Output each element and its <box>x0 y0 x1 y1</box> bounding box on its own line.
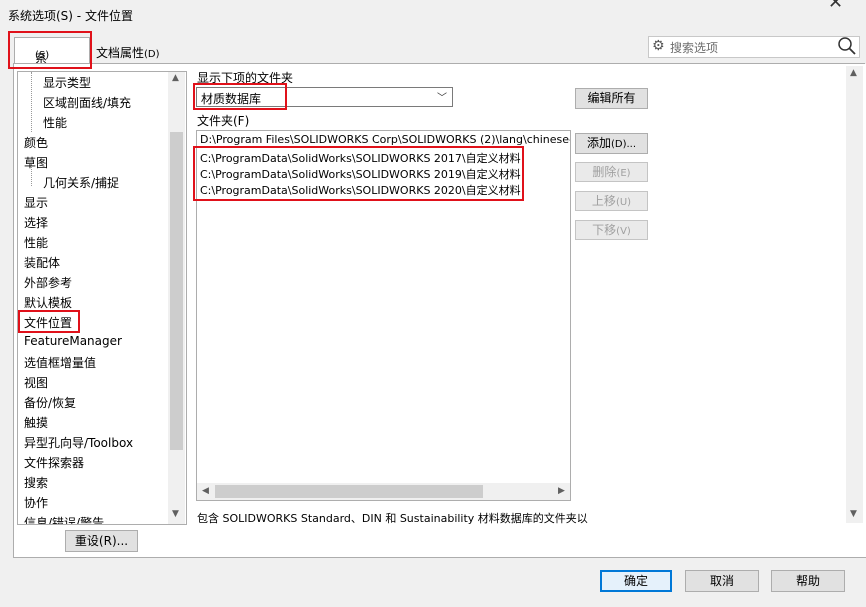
scroll-down-arrow-icon[interactable]: ▼ <box>850 509 857 519</box>
tab-document-label: 文档属性 <box>96 46 145 60</box>
tab-document-properties[interactable]: 文档属性(D) <box>96 44 160 61</box>
tree-item-hole-wizard-toolbox[interactable]: 异型孔向导/Toolbox <box>24 434 133 451</box>
tree-guide-line <box>31 72 33 132</box>
search-input[interactable]: 搜索选项 <box>670 39 718 56</box>
tree-item-display[interactable]: 显示 <box>24 194 48 211</box>
close-icon[interactable]: ✕ <box>828 0 843 13</box>
tree-item-relations-snaps[interactable]: 几何关系/捕捉 <box>43 174 119 191</box>
delete-button-shortcut: (E) <box>616 168 631 179</box>
tab-document-shortcut: (D) <box>144 49 160 60</box>
scroll-left-arrow-icon[interactable]: ◀ <box>202 486 209 496</box>
add-button-label: 添加 <box>586 136 611 150</box>
move-down-button[interactable]: 下移(V) <box>575 220 648 240</box>
search-box[interactable]: ⚙ 搜索选项 <box>648 36 860 58</box>
chevron-down-icon: ﹀ <box>437 93 447 104</box>
content-scrollbar[interactable]: ▲ ▼ <box>846 66 863 523</box>
delete-button-label: 删除 <box>592 165 617 179</box>
highlight-box-system-tab <box>8 31 92 69</box>
tree-item-spin-box-increments[interactable]: 选值框增量值 <box>24 354 96 371</box>
tree-item-backup-recover[interactable]: 备份/恢复 <box>24 394 76 411</box>
tree-item-messages-errors-warnings[interactable]: 信息/错误/警告 <box>24 514 104 524</box>
tree-item-view[interactable]: 视图 <box>24 374 48 391</box>
tree-scrollbar[interactable]: ▲ ▼ <box>168 72 185 524</box>
scroll-up-arrow-icon[interactable]: ▲ <box>850 68 857 78</box>
highlight-box-tree-selection <box>18 310 80 333</box>
add-button[interactable]: 添加(D)... <box>575 133 648 154</box>
delete-button[interactable]: 删除(E) <box>575 162 648 182</box>
tree-item-area-hatch[interactable]: 区域剖面线/填充 <box>43 94 131 111</box>
move-up-button-label: 上移 <box>591 194 616 208</box>
tree-item-assemblies[interactable]: 装配体 <box>24 254 60 271</box>
folders-hscroll-thumb[interactable] <box>215 485 483 498</box>
search-icon[interactable] <box>837 36 857 56</box>
tree-item-selection[interactable]: 选择 <box>24 214 48 231</box>
list-item[interactable]: D:\Program Files\SOLIDWORKS Corp\SOLIDWO… <box>200 133 570 146</box>
folders-label: 文件夹(F) <box>197 114 250 128</box>
tree-item-search[interactable]: 搜索 <box>24 474 48 491</box>
move-up-button[interactable]: 上移(U) <box>575 191 648 211</box>
tree-item-display-type[interactable]: 显示类型 <box>43 74 91 91</box>
reset-button[interactable]: 重设(R)... <box>65 530 138 552</box>
tree-item-performance-sub[interactable]: 性能 <box>43 114 67 131</box>
tree-item-sketch[interactable]: 草图 <box>24 154 48 171</box>
tree-item-performance[interactable]: 性能 <box>24 234 48 251</box>
folders-hscrollbar[interactable]: ◀ ▶ <box>197 483 570 500</box>
tree-scroll-thumb[interactable] <box>170 132 183 450</box>
tree-item-default-templates[interactable]: 默认模板 <box>24 294 72 311</box>
ok-button[interactable]: 确定 <box>600 570 672 592</box>
tree-item-featuremanager[interactable]: FeatureManager <box>24 334 122 348</box>
tree-item-collaboration[interactable]: 协作 <box>24 494 48 511</box>
scroll-up-arrow-icon[interactable]: ▲ <box>172 73 179 83</box>
tree-item-touch[interactable]: 触摸 <box>24 414 48 431</box>
cancel-button[interactable]: 取消 <box>685 570 759 592</box>
options-tree[interactable]: 显示类型 区域剖面线/填充 性能 颜色 草图 几何关系/捕捉 显示 选择 性能 … <box>17 71 187 525</box>
scroll-right-arrow-icon[interactable]: ▶ <box>558 486 565 496</box>
move-up-button-shortcut: (U) <box>615 197 632 208</box>
help-button[interactable]: 帮助 <box>771 570 845 592</box>
tree-item-colors[interactable]: 颜色 <box>24 134 48 151</box>
gear-icon: ⚙ <box>652 38 665 54</box>
tree-item-external-references[interactable]: 外部参考 <box>24 274 72 291</box>
highlight-box-folder-type <box>193 83 287 110</box>
add-button-shortcut: (D)... <box>610 139 637 150</box>
description-note: 包含 SOLIDWORKS Standard、DIN 和 Sustainabil… <box>197 512 588 525</box>
window-title: 系统选项(S) - 文件位置 <box>8 9 133 23</box>
move-down-button-shortcut: (V) <box>616 226 631 237</box>
scroll-down-arrow-icon[interactable]: ▼ <box>172 509 179 519</box>
edit-all-button[interactable]: 编辑所有 <box>575 88 648 109</box>
move-down-button-label: 下移 <box>592 223 617 237</box>
tree-item-file-explorer[interactable]: 文件探索器 <box>24 454 84 471</box>
highlight-box-folder-rows <box>193 146 524 201</box>
